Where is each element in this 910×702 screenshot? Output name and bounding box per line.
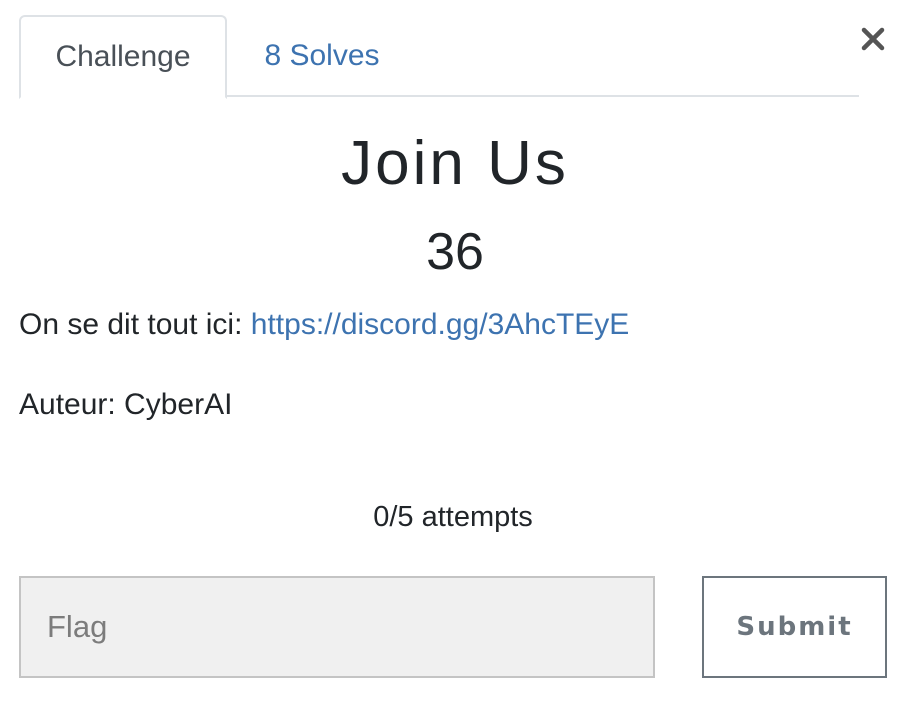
description-text: On se dit tout ici: <box>19 308 251 341</box>
tab-challenge-label: Challenge <box>55 40 191 73</box>
tab-solves-label: 8 Solves <box>264 39 380 72</box>
discord-link[interactable]: https://discord.gg/3AhcTEyE <box>251 308 630 341</box>
close-button[interactable] <box>856 22 890 56</box>
attempts-counter: 0/5 attempts <box>373 501 533 533</box>
challenge-description: On se dit tout ici: https://discord.gg/3… <box>19 308 629 342</box>
close-icon <box>861 27 885 51</box>
challenge-author: Auteur: CyberAI <box>19 388 233 421</box>
tab-solves[interactable]: 8 Solves <box>227 15 417 97</box>
tab-challenge[interactable]: Challenge <box>19 15 227 99</box>
challenge-modal: Challenge 8 Solves Join Us 36 On se dit … <box>0 0 910 702</box>
flag-input[interactable] <box>19 576 655 678</box>
tab-bar: Challenge 8 Solves <box>19 15 859 99</box>
challenge-value: 36 <box>426 223 484 281</box>
submit-button[interactable]: Submit <box>702 576 887 678</box>
challenge-name: Join Us <box>341 129 569 198</box>
